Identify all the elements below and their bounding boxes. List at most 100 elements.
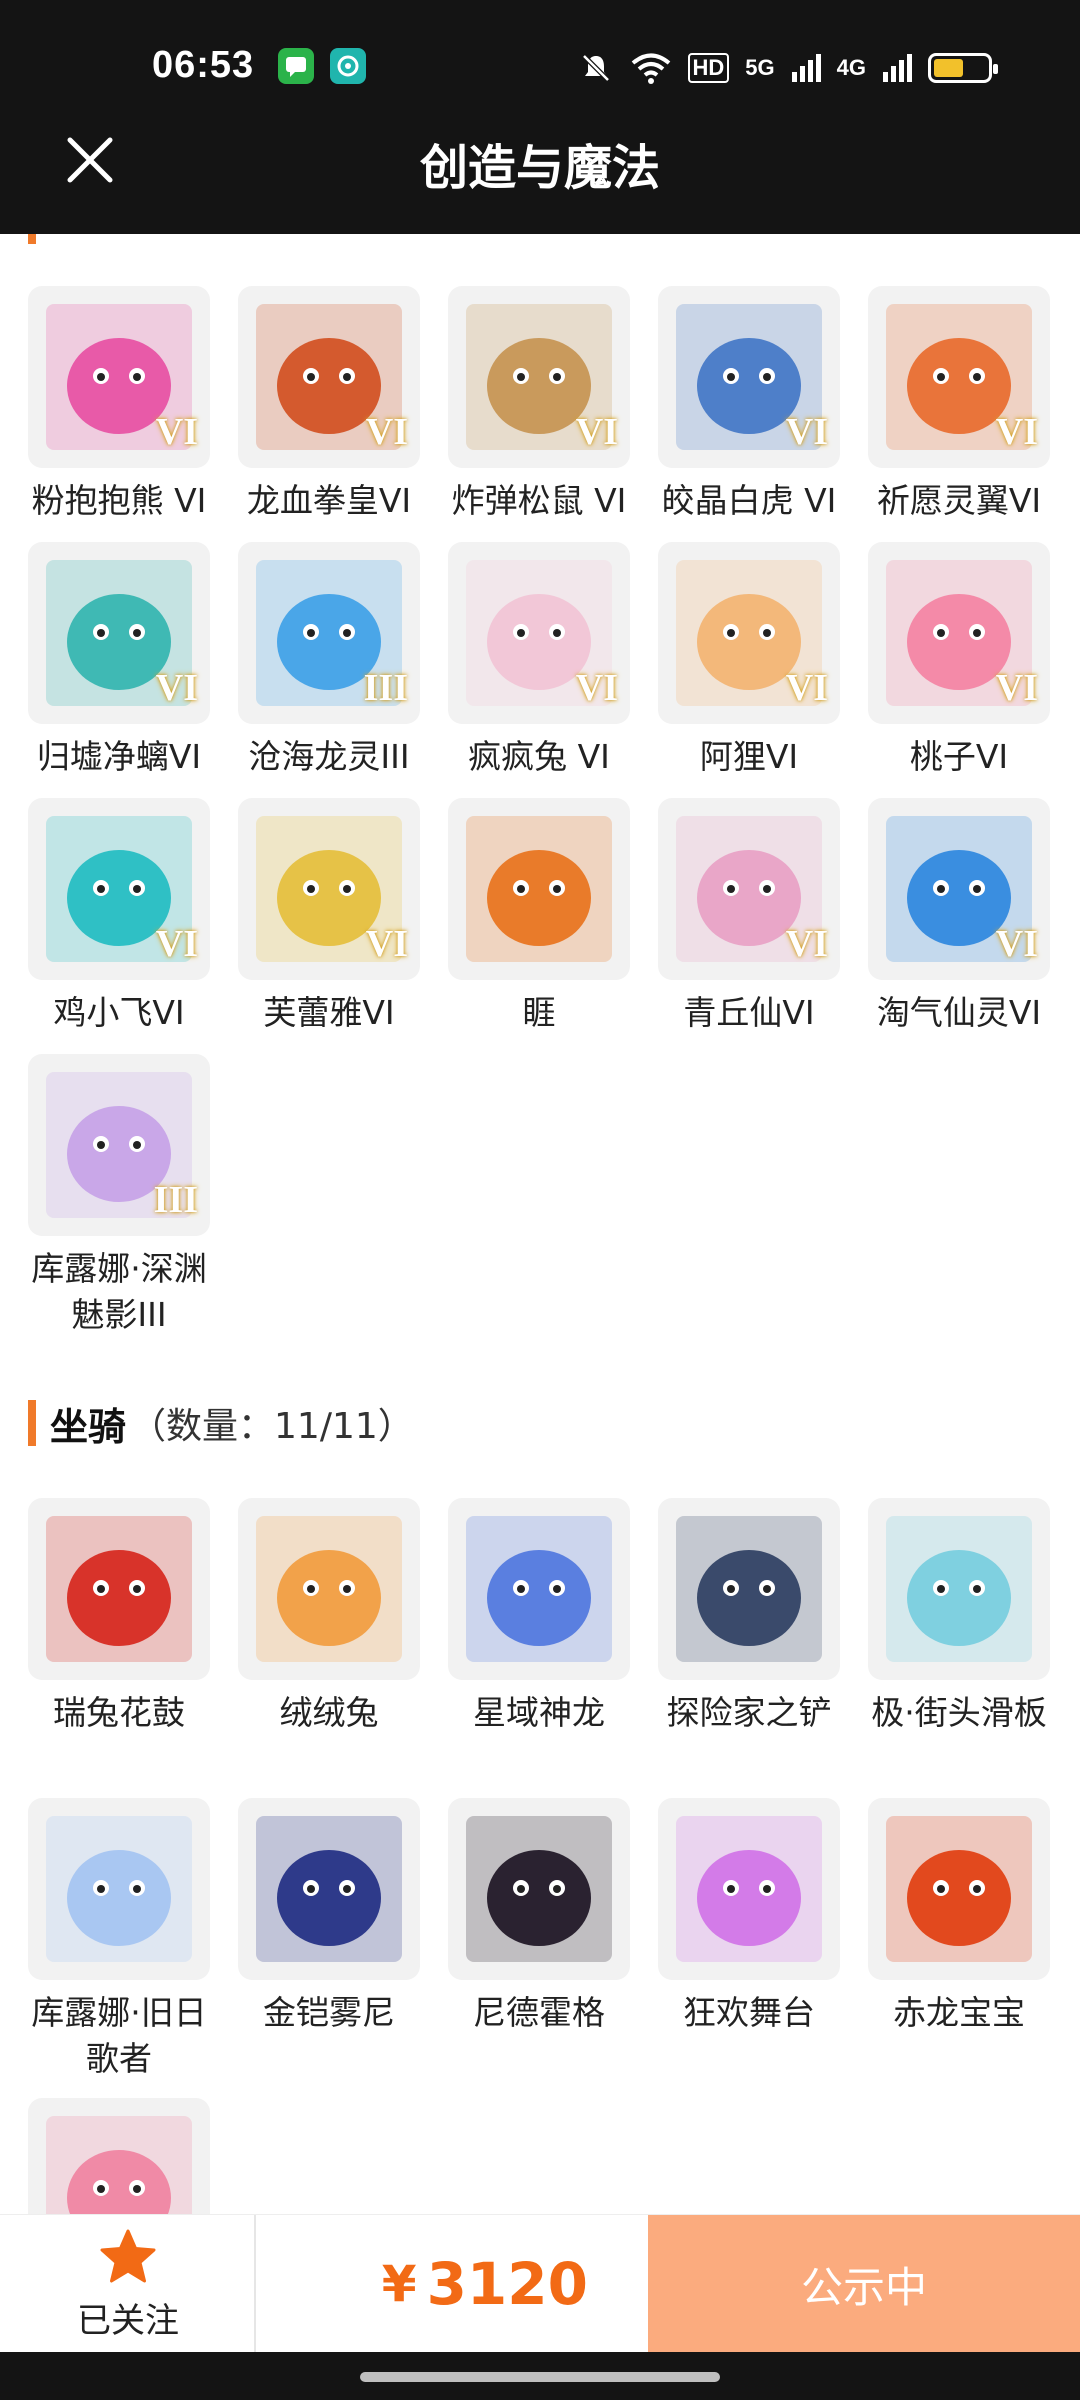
price-value: 3120 bbox=[426, 2250, 588, 2318]
pets-label: 鸡小飞VI bbox=[53, 993, 185, 1032]
level-badge: VI bbox=[785, 667, 828, 709]
mounts-label: 尼德霍格 bbox=[473, 1993, 605, 2032]
mute-icon bbox=[581, 54, 610, 82]
mounts-thumbnail[interactable] bbox=[868, 1798, 1050, 1980]
app-notification-icon bbox=[330, 48, 366, 84]
level-badge: VI bbox=[995, 923, 1038, 965]
pets-thumbnail[interactable]: VI bbox=[448, 286, 630, 468]
pets-thumbnail[interactable]: VI bbox=[28, 286, 210, 468]
mounts-thumbnail[interactable] bbox=[448, 1498, 630, 1680]
level-badge: VI bbox=[575, 667, 618, 709]
mounts-thumbnail[interactable] bbox=[658, 1498, 840, 1680]
section-title: 坐骑 bbox=[50, 1404, 127, 1449]
status-time: 06:53 bbox=[152, 44, 255, 86]
currency-symbol: ¥ bbox=[381, 2255, 417, 2313]
level-badge: VI bbox=[365, 923, 408, 965]
pets-label: 沧海龙灵III bbox=[248, 737, 410, 776]
home-indicator[interactable] bbox=[360, 2372, 720, 2382]
mounts-thumbnail[interactable] bbox=[238, 1498, 420, 1680]
follow-label: 已关注 bbox=[77, 2301, 179, 2341]
level-badge: VI bbox=[785, 411, 828, 453]
mounts-label: 探险家之铲 bbox=[666, 1693, 832, 1732]
red-dragon-baby-icon bbox=[886, 1816, 1032, 1962]
level-badge: VI bbox=[155, 411, 198, 453]
level-badge: VI bbox=[995, 411, 1038, 453]
pets-label: 库露娜·深渊魅影III bbox=[31, 1249, 207, 1334]
publicity-status-button[interactable]: 公示中 bbox=[648, 2215, 1080, 2353]
pets-thumbnail[interactable]: VI bbox=[28, 542, 210, 724]
level-badge: III bbox=[153, 1179, 198, 1221]
level-badge: VI bbox=[155, 923, 198, 965]
mounts-thumbnail[interactable] bbox=[28, 1498, 210, 1680]
price: ¥ 3120 bbox=[256, 2215, 648, 2353]
pets-label: 皎晶白虎 VI bbox=[661, 481, 837, 520]
level-badge: VI bbox=[155, 667, 198, 709]
level-badge: VI bbox=[995, 667, 1038, 709]
mounts-thumbnail[interactable] bbox=[868, 1498, 1050, 1680]
pets-thumbnail[interactable] bbox=[448, 798, 630, 980]
mounts-thumbnail[interactable] bbox=[238, 1798, 420, 1980]
skateboard-icon bbox=[886, 1516, 1032, 1662]
nidhogg-icon bbox=[466, 1816, 612, 1962]
pets-thumbnail[interactable]: VI bbox=[28, 798, 210, 980]
wifi-icon bbox=[631, 53, 670, 84]
mounts-label: 金铠雾尼 bbox=[263, 1993, 395, 2032]
level-badge: VI bbox=[785, 923, 828, 965]
pets-label: 阿狸VI bbox=[699, 737, 799, 776]
section-accent bbox=[28, 234, 36, 244]
stage-icon bbox=[676, 1816, 822, 1962]
kuluna-singer-icon bbox=[46, 1816, 192, 1962]
pets-thumbnail[interactable]: VI bbox=[868, 542, 1050, 724]
armored-beast-icon bbox=[256, 1816, 402, 1962]
shovel-icon bbox=[676, 1516, 822, 1662]
pets-label: 祈愿灵翼VI bbox=[876, 481, 1042, 520]
mounts-thumbnail[interactable] bbox=[448, 1798, 630, 1980]
battery-icon bbox=[928, 53, 998, 83]
hd-label: HD bbox=[687, 53, 730, 83]
mounts-thumbnail[interactable] bbox=[28, 1798, 210, 1980]
pets-label: 淘气仙灵VI bbox=[876, 993, 1042, 1032]
pets-thumbnail[interactable]: VI bbox=[658, 286, 840, 468]
drum-icon bbox=[46, 1516, 192, 1662]
level-badge: VI bbox=[575, 411, 618, 453]
pets-label: 归墟净螭VI bbox=[36, 737, 202, 776]
pets-thumbnail[interactable]: VI bbox=[238, 286, 420, 468]
pets-thumbnail[interactable]: VI bbox=[658, 542, 840, 724]
mounts-label: 狂欢舞台 bbox=[683, 1993, 815, 2032]
pets-label: 睚 bbox=[522, 993, 556, 1032]
pets-thumbnail[interactable]: III bbox=[238, 542, 420, 724]
signal-icon bbox=[791, 54, 821, 82]
mounts-section-header: 坐骑 （数量：11/11） bbox=[28, 1398, 414, 1449]
mounts-label: 极·街头滑板 bbox=[871, 1693, 1047, 1732]
pets-thumbnail[interactable]: VI bbox=[448, 542, 630, 724]
bottom-action-bar: 已关注 ¥ 3120 公示中 bbox=[0, 2214, 1080, 2353]
mounts-label: 赤龙宝宝 bbox=[893, 1993, 1025, 2032]
mounts-label: 库露娜·旧日歌者 bbox=[31, 1993, 207, 2078]
level-badge: III bbox=[363, 667, 408, 709]
mounts-label: 瑞兔花鼓 bbox=[53, 1693, 185, 1732]
pets-label: 疯疯兔 VI bbox=[468, 737, 610, 776]
follow-button[interactable]: 已关注 bbox=[0, 2215, 256, 2353]
section-accent-bar bbox=[28, 1400, 36, 1446]
star-icon bbox=[100, 2229, 156, 2283]
wechat-notification-icon bbox=[278, 48, 314, 84]
mounts-thumbnail[interactable] bbox=[658, 1798, 840, 1980]
pets-label: 桃子VI bbox=[909, 737, 1009, 776]
pets-thumbnail[interactable]: VI bbox=[868, 286, 1050, 468]
star-dragon-icon bbox=[466, 1516, 612, 1662]
pets-label: 龙血拳皇VI bbox=[246, 481, 412, 520]
network-5g-label: 5G bbox=[745, 55, 775, 80]
pets-thumbnail[interactable]: VI bbox=[238, 798, 420, 980]
pets-thumbnail[interactable]: VI bbox=[658, 798, 840, 980]
network-4g-label: 4G bbox=[836, 55, 866, 80]
page-title: 创造与魔法 bbox=[419, 140, 660, 196]
status-indicators: HD 5G 4G bbox=[578, 48, 998, 88]
yazi-dragon-icon bbox=[466, 816, 612, 962]
pets-thumbnail[interactable]: III bbox=[28, 1054, 210, 1236]
level-badge: VI bbox=[365, 411, 408, 453]
pets-label: 炸弹松鼠 VI bbox=[451, 481, 627, 520]
page-header: 创造与魔法 bbox=[0, 100, 1080, 234]
section-count: （数量：11/11） bbox=[130, 1406, 414, 1447]
pets-thumbnail[interactable]: VI bbox=[868, 798, 1050, 980]
pets-label: 青丘仙VI bbox=[683, 993, 815, 1032]
